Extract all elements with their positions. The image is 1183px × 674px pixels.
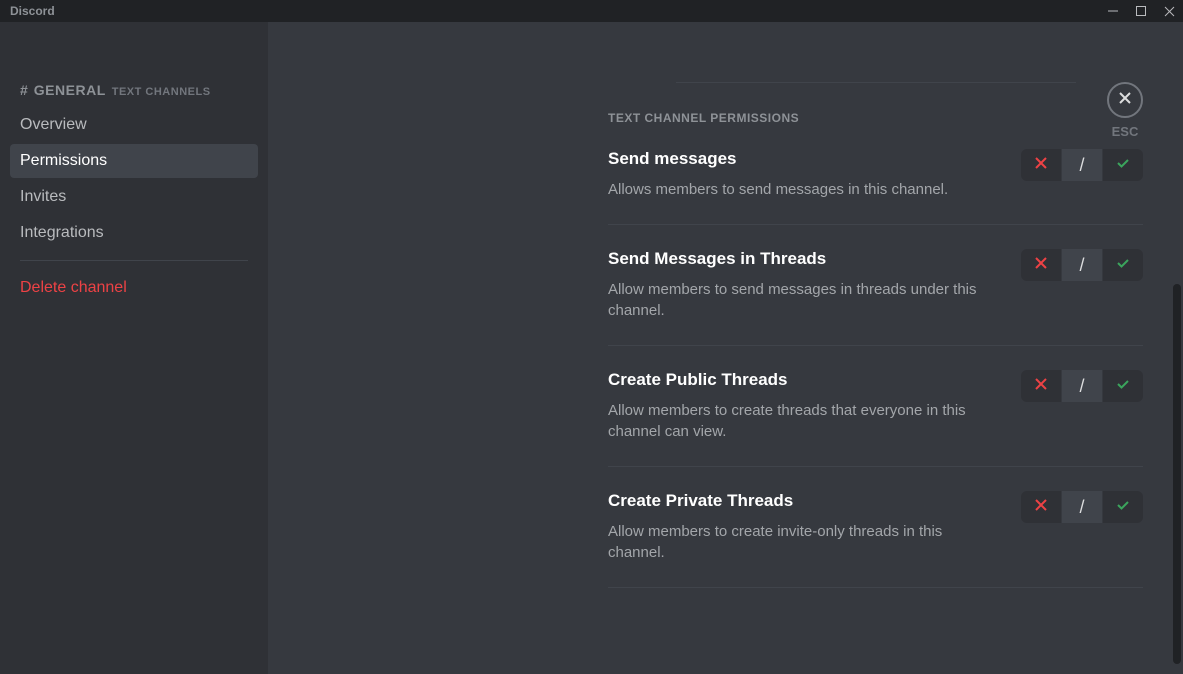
scrollbar-thumb[interactable] (1173, 284, 1181, 664)
slash-icon: / (1079, 255, 1084, 276)
titlebar-controls (1099, 0, 1183, 22)
sidebar-item-label: Invites (20, 188, 66, 205)
sidebar-item-label: Permissions (20, 152, 107, 169)
sidebar-item-overview[interactable]: Overview (10, 108, 258, 142)
check-icon (1115, 497, 1131, 518)
titlebar: Discord (0, 0, 1183, 22)
sidebar-item-label: Overview (20, 116, 87, 133)
sidebar-item-label: Integrations (20, 224, 104, 241)
scrollbar-track[interactable] (1173, 44, 1181, 674)
tri-toggle: / (1021, 370, 1143, 402)
sidebar-item-delete-channel[interactable]: Delete channel (10, 271, 258, 305)
maximize-button[interactable] (1127, 0, 1155, 22)
passthrough-button[interactable]: / (1062, 249, 1102, 281)
perm-item-send-messages-threads: Send Messages in Threads Allow members t… (608, 249, 1143, 346)
perm-desc: Allow members to send messages in thread… (608, 279, 1001, 321)
deny-button[interactable] (1021, 370, 1061, 402)
tri-toggle: / (1021, 249, 1143, 281)
passthrough-button[interactable]: / (1062, 370, 1102, 402)
sidebar-item-permissions[interactable]: Permissions (10, 144, 258, 178)
slash-icon: / (1079, 497, 1084, 518)
minimize-button[interactable] (1099, 0, 1127, 22)
passthrough-button[interactable]: / (1062, 491, 1102, 523)
perm-text: Create Private Threads Allow members to … (608, 491, 1021, 563)
perm-title: Create Public Threads (608, 370, 1001, 390)
perm-desc: Allow members to create invite-only thre… (608, 521, 1001, 563)
x-icon (1033, 497, 1049, 518)
channel-name: GENERAL (34, 82, 106, 98)
check-icon (1115, 376, 1131, 397)
allow-button[interactable] (1103, 249, 1143, 281)
perm-title: Send messages (608, 149, 1001, 169)
top-divider (676, 82, 1076, 83)
titlebar-title: Discord (10, 4, 55, 18)
channel-type: TEXT CHANNELS (112, 86, 211, 98)
check-icon (1115, 255, 1131, 276)
close-settings-button[interactable] (1107, 82, 1143, 118)
perm-title: Send Messages in Threads (608, 249, 1001, 269)
hash-icon: # (20, 82, 28, 98)
content: TEXT CHANNEL PERMISSIONS Send messages A… (268, 22, 1183, 674)
sidebar-divider (20, 260, 248, 261)
sidebar-item-integrations[interactable]: Integrations (10, 216, 258, 250)
perm-desc: Allows members to send messages in this … (608, 179, 1001, 200)
sidebar-item-label: Delete channel (20, 279, 127, 296)
esc-label: ESC (1112, 124, 1139, 139)
x-icon (1033, 376, 1049, 397)
perm-item-send-messages: Send messages Allows members to send mes… (608, 149, 1143, 225)
perm-title: Create Private Threads (608, 491, 1001, 511)
allow-button[interactable] (1103, 370, 1143, 402)
perm-text: Send messages Allows members to send mes… (608, 149, 1021, 200)
slash-icon: / (1079, 376, 1084, 397)
x-icon (1033, 155, 1049, 176)
tri-toggle: / (1021, 149, 1143, 181)
sidebar: # GENERAL TEXT CHANNELS Overview Permiss… (0, 22, 268, 674)
check-icon (1115, 155, 1131, 176)
close-window-button[interactable] (1155, 0, 1183, 22)
allow-button[interactable] (1103, 491, 1143, 523)
allow-button[interactable] (1103, 149, 1143, 181)
close-icon (1117, 90, 1133, 111)
perm-desc: Allow members to create threads that eve… (608, 400, 1001, 442)
perm-item-create-public-threads: Create Public Threads Allow members to c… (608, 370, 1143, 467)
deny-button[interactable] (1021, 149, 1061, 181)
tri-toggle: / (1021, 491, 1143, 523)
close-area: ESC (1107, 82, 1143, 139)
app-body: # GENERAL TEXT CHANNELS Overview Permiss… (0, 22, 1183, 674)
section-header: TEXT CHANNEL PERMISSIONS (608, 111, 1143, 125)
main: TEXT CHANNEL PERMISSIONS Send messages A… (268, 22, 1183, 674)
perm-text: Create Public Threads Allow members to c… (608, 370, 1021, 442)
sidebar-item-invites[interactable]: Invites (10, 180, 258, 214)
x-icon (1033, 255, 1049, 276)
perm-item-create-private-threads: Create Private Threads Allow members to … (608, 491, 1143, 588)
passthrough-button[interactable]: / (1062, 149, 1102, 181)
sidebar-header: # GENERAL TEXT CHANNELS (10, 82, 258, 108)
deny-button[interactable] (1021, 491, 1061, 523)
slash-icon: / (1079, 155, 1084, 176)
deny-button[interactable] (1021, 249, 1061, 281)
perm-text: Send Messages in Threads Allow members t… (608, 249, 1021, 321)
